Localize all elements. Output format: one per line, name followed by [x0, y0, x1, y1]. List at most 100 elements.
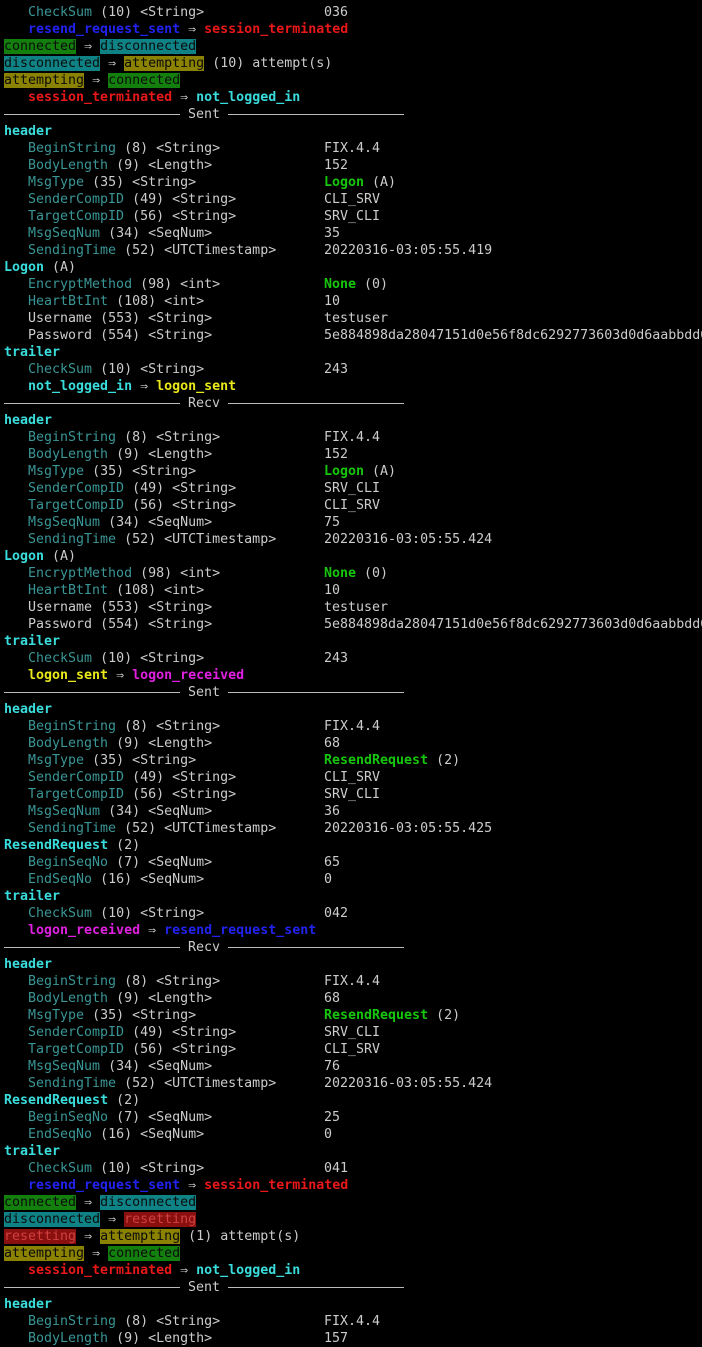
field-value: 5e884898da28047151d0e56f8dc6292773603d0d… — [324, 616, 702, 633]
field-type: <SeqNum> — [148, 1059, 213, 1074]
state-transition: resend_request_sent ⇒ session_terminated — [4, 21, 702, 38]
field-type: <String> — [172, 192, 237, 207]
field-tag: (7) — [116, 1110, 141, 1125]
section-name: ResendRequest — [4, 838, 109, 853]
connection-transition: connected ⇒ disconnected — [4, 1194, 702, 1211]
field-name: BeginString — [28, 430, 117, 445]
field-tag: (56) — [132, 787, 165, 802]
state-to: session_terminated — [204, 22, 349, 37]
field-value: 042 — [324, 905, 348, 922]
field-name: BodyLength — [28, 447, 109, 462]
section-name: header — [4, 124, 53, 139]
field-value-text: SRV_CLI — [324, 787, 381, 802]
section-name: trailer — [4, 1144, 61, 1159]
section-name: header — [4, 702, 53, 717]
field-row: Username (553) <String> testuser — [4, 599, 702, 616]
state-from: logon_received — [28, 923, 141, 938]
field-value: Logon (A) — [324, 174, 396, 191]
field-value: FIX.4.4 — [324, 973, 380, 990]
field-row: EncryptMethod (98) <int> None (0) — [4, 565, 702, 582]
field-type: <String> — [156, 719, 221, 734]
field-name: CheckSum — [28, 5, 93, 20]
field-tag: (49) — [132, 481, 165, 496]
field-type: <String> — [156, 141, 221, 156]
field-type: <String> — [140, 651, 205, 666]
state-transition: not_logged_in ⇒ logon_sent — [4, 378, 702, 395]
field-value: None (0) — [324, 276, 388, 293]
field-name: MsgSeqNum — [28, 515, 101, 530]
field-value-text: ResendRequest — [324, 753, 429, 768]
field-name: TargetCompID — [28, 1042, 125, 1057]
field-value: testuser — [324, 599, 388, 616]
field-type: <String> — [148, 311, 213, 326]
field-type: <String> — [156, 1314, 221, 1329]
conn-state-to: resetting — [124, 1212, 197, 1227]
field-value: 243 — [324, 650, 348, 667]
field-name: BodyLength — [28, 158, 109, 173]
field-name: BeginString — [28, 974, 117, 989]
field-type: <UTCTimestamp> — [164, 1076, 277, 1091]
field-value: 0 — [324, 871, 332, 888]
field-tag: (34) — [108, 804, 141, 819]
field-type: <SeqNum> — [140, 1127, 205, 1142]
field-tag: (10) — [100, 1161, 133, 1176]
field-value-text: SRV_CLI — [324, 481, 381, 496]
field-value-code: (2) — [428, 1008, 461, 1023]
field-row: CheckSum (10) <String> 042 — [4, 905, 702, 922]
field-name: SendingTime — [28, 243, 117, 258]
separator-rule-left — [4, 947, 180, 948]
separator-rule-right — [228, 947, 404, 948]
field-type: <String> — [172, 770, 237, 785]
field-type: <SeqNum> — [148, 515, 213, 530]
field-value-text: CLI_SRV — [324, 770, 381, 785]
field-value-text: FIX.4.4 — [324, 1314, 381, 1329]
field-value-text: CLI_SRV — [324, 1042, 381, 1057]
state-from: resend_request_sent — [28, 22, 181, 37]
field-name: MsgType — [28, 175, 85, 190]
section-code: (2) — [108, 1093, 141, 1108]
field-name: Username — [28, 600, 93, 615]
field-row: TargetCompID (56) <String> CLI_SRV — [4, 497, 702, 514]
field-value: 20220316-03:05:55.424 — [324, 531, 492, 548]
separator-rule-left — [4, 114, 180, 115]
connection-transition: disconnected ⇒ attempting (10) attempt(s… — [4, 55, 702, 72]
field-row: CheckSum (10) <String> 243 — [4, 361, 702, 378]
field-value-code: (0) — [356, 277, 389, 292]
field-type: <String> — [172, 1025, 237, 1040]
field-value-text: 20220316-03:05:55.424 — [324, 532, 493, 547]
field-row: BodyLength (9) <Length> 68 — [4, 735, 702, 752]
conn-state-from: disconnected — [4, 1212, 101, 1227]
connection-transition: disconnected ⇒ resetting — [4, 1211, 702, 1228]
field-name: BeginString — [28, 1314, 117, 1329]
field-value: SRV_CLI — [324, 1024, 380, 1041]
field-value: 10 — [324, 582, 340, 599]
state-from: session_terminated — [28, 1263, 173, 1278]
field-name: CheckSum — [28, 906, 93, 921]
field-value: 68 — [324, 990, 340, 1007]
field-tag: (34) — [108, 226, 141, 241]
section-header: trailer — [4, 1143, 702, 1160]
field-type: <String> — [132, 1008, 197, 1023]
field-value-text: 35 — [324, 226, 341, 241]
field-tag: (553) — [100, 311, 141, 326]
field-value-code: (A) — [364, 464, 397, 479]
field-tag: (52) — [124, 1076, 157, 1091]
state-from: resend_request_sent — [28, 1178, 181, 1193]
field-tag: (98) — [140, 566, 173, 581]
field-type: <int> — [164, 294, 205, 309]
field-row: Password (554) <String> 5e884898da2804715… — [4, 327, 702, 344]
field-tag: (9) — [116, 736, 141, 751]
field-type: <String> — [140, 906, 205, 921]
field-name: SenderCompID — [28, 770, 125, 785]
section-header: trailer — [4, 633, 702, 650]
state-transition: resend_request_sent ⇒ session_terminated — [4, 1177, 702, 1194]
field-row: Username (553) <String> testuser — [4, 310, 702, 327]
field-name: SendingTime — [28, 821, 117, 836]
field-type: <String> — [140, 1161, 205, 1176]
field-type: <Length> — [148, 991, 213, 1006]
field-value-text: None — [324, 277, 357, 292]
section-header: Logon (A) — [4, 548, 702, 565]
field-name: Username — [28, 311, 93, 326]
field-value: 5e884898da28047151d0e56f8dc6292773603d0d… — [324, 327, 702, 344]
section-name: trailer — [4, 634, 61, 649]
